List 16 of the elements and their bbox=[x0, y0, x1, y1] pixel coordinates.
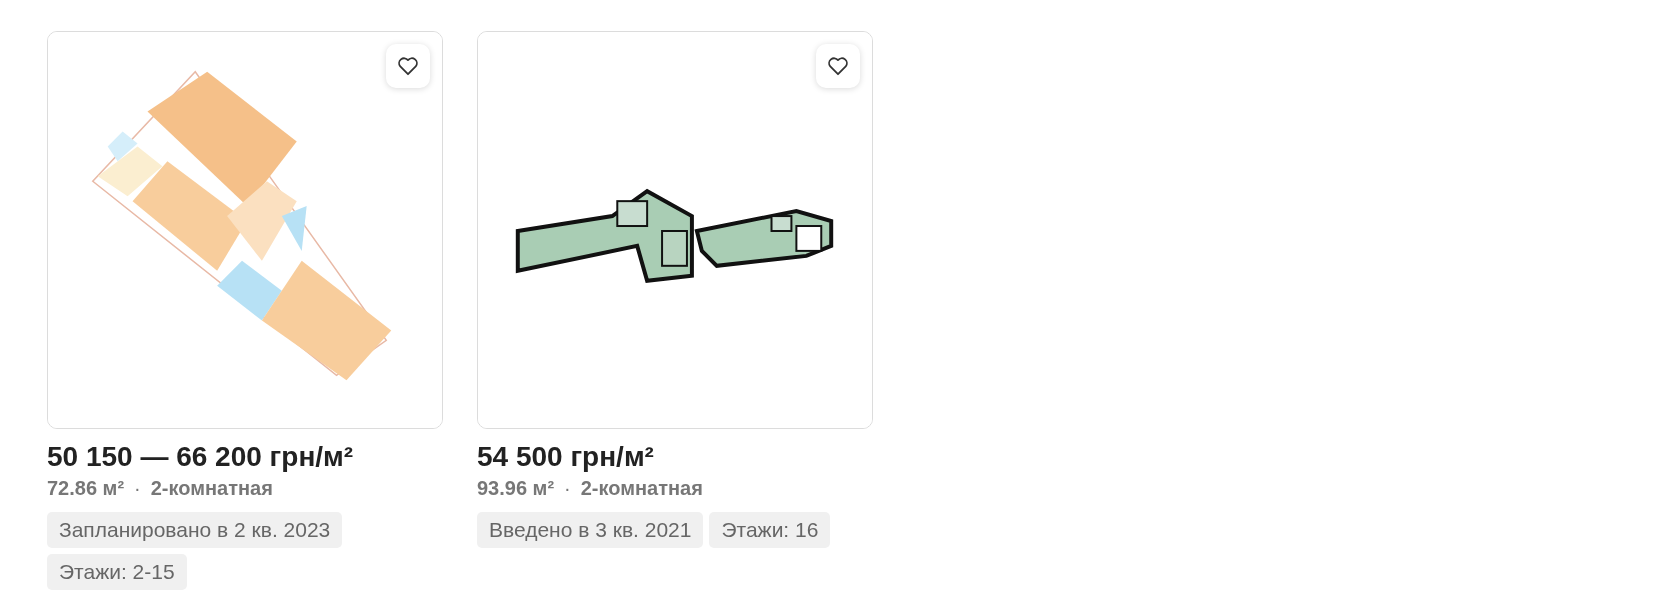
tag: Введено в 3 кв. 2021 bbox=[477, 512, 704, 548]
favorite-button[interactable] bbox=[386, 44, 430, 88]
heart-icon bbox=[397, 56, 419, 76]
tag: Этажи: 16 bbox=[709, 512, 831, 548]
separator: · bbox=[134, 477, 141, 500]
heart-icon bbox=[827, 56, 849, 76]
area: 72.86 м² bbox=[47, 477, 125, 500]
price: 50 150 — 66 200 грн/м² bbox=[47, 441, 355, 473]
room-count: 2-комнатная bbox=[580, 477, 703, 500]
price: 54 500 грн/м² bbox=[477, 441, 655, 473]
tag: Этажи: 2-15 bbox=[47, 554, 187, 590]
separator: · bbox=[564, 477, 571, 500]
favorite-button[interactable] bbox=[816, 44, 860, 88]
area: 93.96 м² bbox=[477, 477, 555, 500]
room-count: 2-комнатная bbox=[150, 477, 273, 500]
tag: Запланировано в 2 кв. 2023 bbox=[47, 512, 343, 548]
